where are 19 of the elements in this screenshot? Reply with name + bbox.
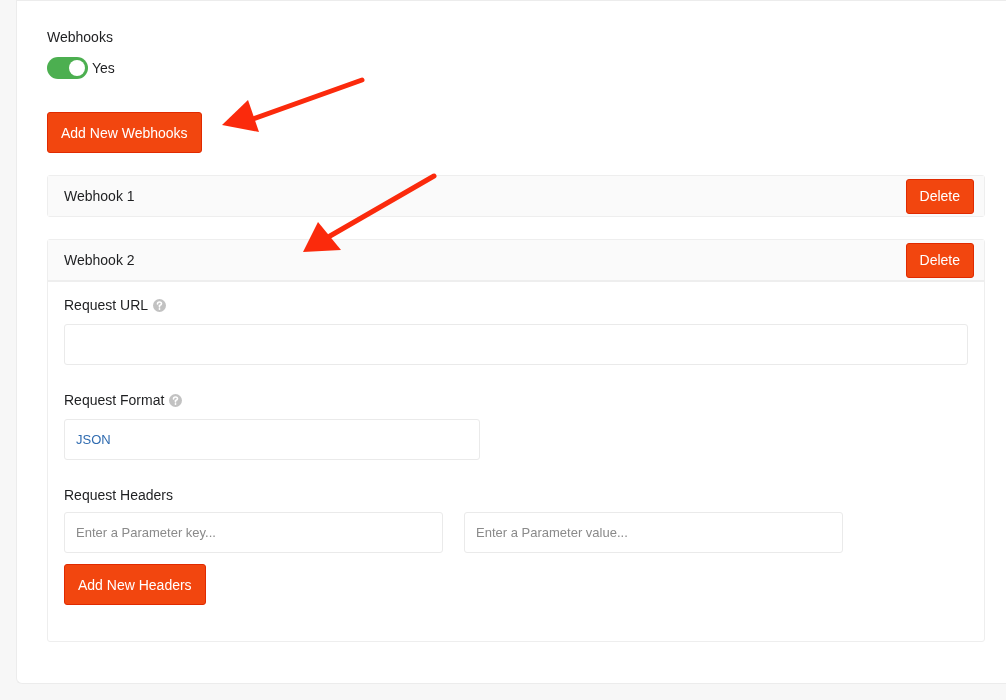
webhook-title: Webhook 2 [64, 251, 135, 269]
field-label: Request Format [64, 391, 165, 409]
help-icon [169, 393, 183, 407]
select-field[interactable]: JSON [64, 419, 480, 460]
delete-button[interactable]: Delete [905, 178, 974, 214]
delete-button[interactable]: Delete [905, 242, 974, 278]
add-headers-button[interactable]: Add New Headers [64, 564, 206, 605]
setting-label: Webhooks [47, 28, 114, 46]
webhook-title: Webhook 1 [64, 187, 135, 205]
field-label: Request URL [64, 296, 149, 314]
input-field[interactable]: Enter a Parameter key... [64, 512, 443, 553]
field-label: Request Headers [64, 486, 173, 504]
add-webhooks-button[interactable]: Add New Webhooks [47, 112, 202, 153]
webhook-header[interactable]: Webhook 1 Delete [48, 176, 984, 216]
help-icon [153, 298, 167, 312]
toggle-label: Yes [92, 59, 115, 77]
webhook-header[interactable]: Webhook 2 Delete [48, 240, 984, 282]
toggle-switch[interactable] [47, 57, 88, 79]
input-field[interactable]: Enter a Parameter value... [464, 512, 843, 553]
